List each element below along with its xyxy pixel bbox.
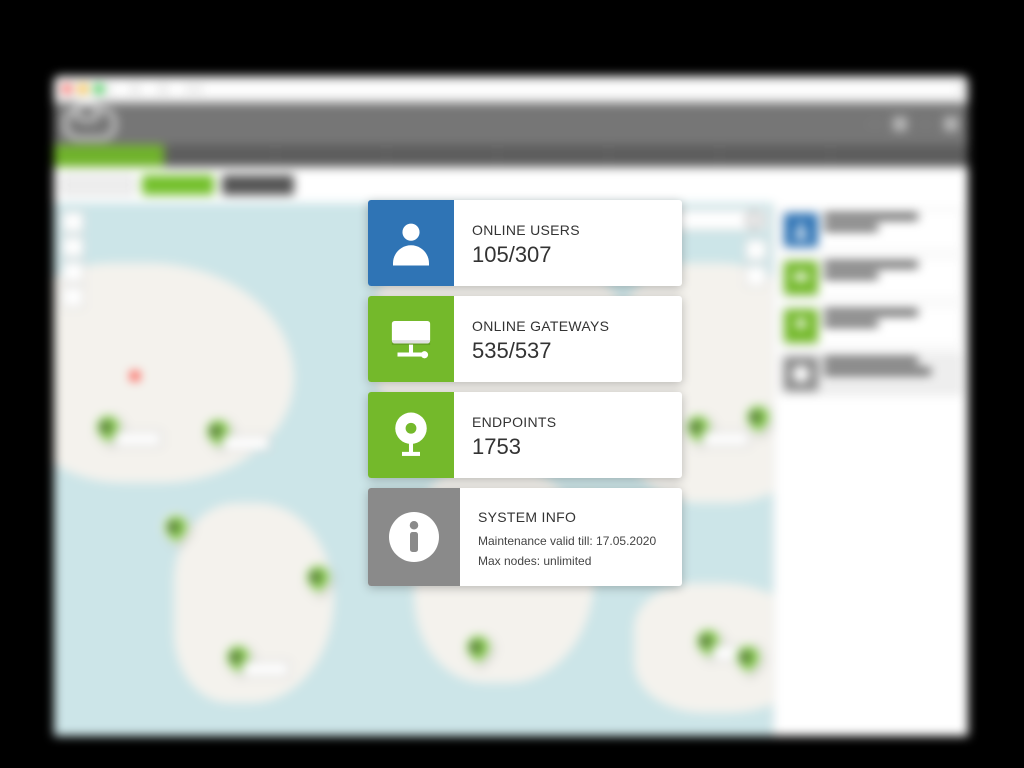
map-alert-dot[interactable]	[130, 371, 140, 381]
browser-back-button[interactable]	[110, 80, 132, 98]
endpoint-icon	[784, 309, 818, 343]
card-value: 1753	[472, 434, 556, 460]
tab-5[interactable]	[498, 145, 609, 167]
user-icon	[368, 200, 454, 286]
map-layers-button[interactable]	[62, 286, 84, 308]
sub-toolbar	[54, 167, 968, 203]
tab-2[interactable]	[165, 145, 276, 167]
browser-address-bar[interactable]	[200, 80, 960, 98]
card-title: SYSTEM INFO	[478, 509, 656, 525]
card-endpoints[interactable]: ENDPOINTS 1753	[368, 392, 682, 478]
stats-overlay: ONLINE USERS 105/307 ONLINE GATEWAYS 535…	[368, 200, 682, 586]
sysinfo-maxnodes: Max nodes: unlimited	[478, 553, 656, 569]
user-icon[interactable]	[893, 117, 907, 131]
card-online-gateways[interactable]: ONLINE GATEWAYS 535/537	[368, 296, 682, 382]
app-logo-icon	[64, 108, 116, 140]
map-pin-label	[702, 431, 750, 447]
card-title: ONLINE GATEWAYS	[472, 318, 609, 334]
zoom-in-button[interactable]	[62, 211, 84, 233]
card-value: 105/307	[472, 242, 580, 268]
card-title: ENDPOINTS	[472, 414, 556, 430]
info-icon	[368, 488, 460, 586]
tab-4[interactable]	[387, 145, 498, 167]
tab-6[interactable]	[609, 145, 720, 167]
zoom-out-button[interactable]	[62, 236, 84, 258]
sub-button-1[interactable]	[62, 175, 134, 195]
mini-card-sysinfo[interactable]	[780, 353, 962, 395]
window-minimize-icon[interactable]	[78, 84, 88, 94]
sysinfo-maintenance: Maintenance valid till: 17.05.2020	[478, 533, 656, 549]
map-tool-2[interactable]	[745, 265, 767, 287]
map-pin-label	[242, 661, 290, 677]
map-home-button[interactable]	[62, 261, 84, 283]
map-pin-label	[222, 435, 270, 451]
stats-sidebar	[773, 203, 968, 736]
mini-card-gateways[interactable]	[780, 257, 962, 299]
browser-reload-button[interactable]	[166, 80, 188, 98]
gateway-icon	[784, 261, 818, 295]
gateway-icon	[368, 296, 454, 382]
map-right-controls	[745, 239, 767, 287]
mini-card-users[interactable]	[780, 209, 962, 251]
card-online-users[interactable]: ONLINE USERS 105/307	[368, 200, 682, 286]
map-pin-label	[114, 431, 162, 447]
app-header: ····· ·····	[54, 103, 968, 145]
endpoint-icon	[368, 392, 454, 478]
card-title: ONLINE USERS	[472, 222, 580, 238]
window-maximize-icon[interactable]	[94, 84, 104, 94]
tab-3[interactable]	[276, 145, 387, 167]
mini-card-endpoints[interactable]	[780, 305, 962, 347]
tab-7[interactable]	[720, 145, 831, 167]
browser-forward-button[interactable]	[138, 80, 160, 98]
nav-tabs	[54, 145, 968, 167]
user-icon	[784, 213, 818, 247]
tab-dashboard[interactable]	[54, 145, 165, 167]
browser-chrome-bar	[54, 76, 968, 103]
info-icon	[784, 357, 818, 391]
window-close-icon[interactable]	[62, 84, 72, 94]
sub-button-3[interactable]	[222, 175, 294, 195]
header-user-label: ·····	[867, 119, 884, 130]
sub-button-2[interactable]	[142, 175, 214, 195]
map-zoom-controls	[62, 211, 84, 308]
map-tool-1[interactable]	[745, 239, 767, 261]
card-value: 535/537	[472, 338, 609, 364]
card-system-info[interactable]: SYSTEM INFO Maintenance valid till: 17.0…	[368, 488, 682, 586]
header-logout-label: ·····	[917, 119, 934, 130]
logout-icon[interactable]	[944, 117, 958, 131]
